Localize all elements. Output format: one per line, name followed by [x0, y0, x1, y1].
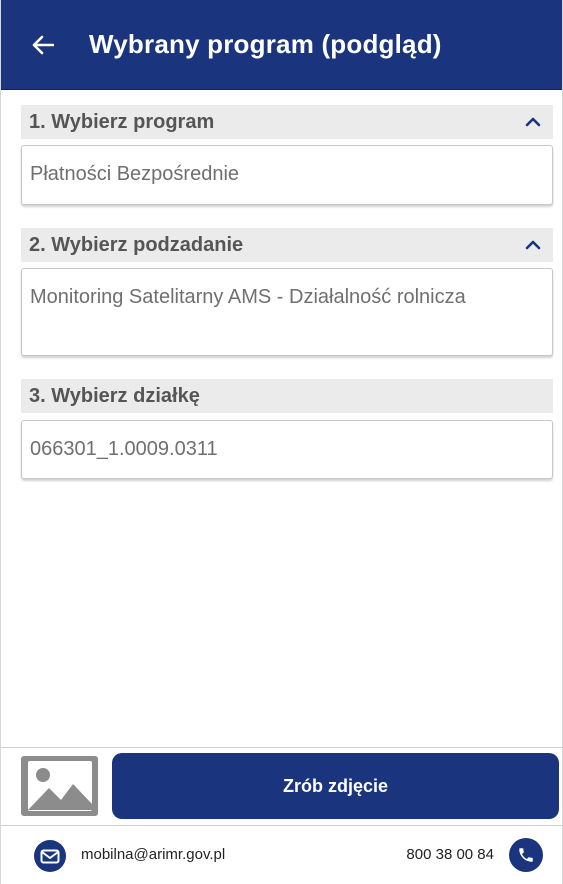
section-label-parcel: 3. Wybierz działkę — [29, 384, 200, 407]
parcel-value: 066301_1.0009.0311 — [30, 438, 218, 460]
section-header-program[interactable]: 1. Wybierz program — [21, 105, 553, 139]
section-header-parcel[interactable]: 3. Wybierz działkę — [21, 379, 553, 413]
subtask-value: Monitoring Satelitarny AMS - Działalność… — [30, 286, 466, 308]
chevron-up-icon[interactable] — [523, 235, 543, 255]
contact-email[interactable]: mobilna@arimr.gov.pl — [81, 846, 225, 863]
subtask-field[interactable]: Monitoring Satelitarny AMS - Działalność… — [21, 268, 553, 356]
gallery-button[interactable] — [21, 756, 98, 816]
action-bar: Zrób zdjęcie — [1, 747, 562, 825]
arrow-left-icon — [32, 35, 54, 54]
app-screen: Wybrany program (podgląd) 1. Wybierz pro… — [0, 0, 563, 884]
contact-phone[interactable]: 800 38 00 84 — [406, 846, 494, 863]
program-field[interactable]: Płatności Bezpośrednie — [21, 145, 553, 205]
section-label-program: 1. Wybierz program — [29, 110, 215, 133]
section-header-subtask[interactable]: 2. Wybierz podzadanie — [21, 228, 553, 262]
contact-footer: mobilna@arimr.gov.pl 800 38 00 84 — [1, 825, 562, 884]
chevron-up-icon[interactable] — [523, 112, 543, 132]
parcel-field[interactable]: 066301_1.0009.0311 — [21, 420, 553, 479]
app-header: Wybrany program (podgląd) — [1, 0, 562, 90]
mail-icon[interactable] — [34, 840, 66, 872]
image-icon — [27, 761, 92, 811]
section-label-subtask: 2. Wybierz podzadanie — [29, 233, 244, 256]
program-value: Płatności Bezpośrednie — [30, 163, 240, 185]
page-title: Wybrany program (podgląd) — [89, 29, 442, 59]
back-button[interactable] — [23, 25, 63, 65]
phone-icon[interactable] — [509, 838, 543, 872]
take-photo-button[interactable]: Zrób zdjęcie — [112, 753, 559, 819]
